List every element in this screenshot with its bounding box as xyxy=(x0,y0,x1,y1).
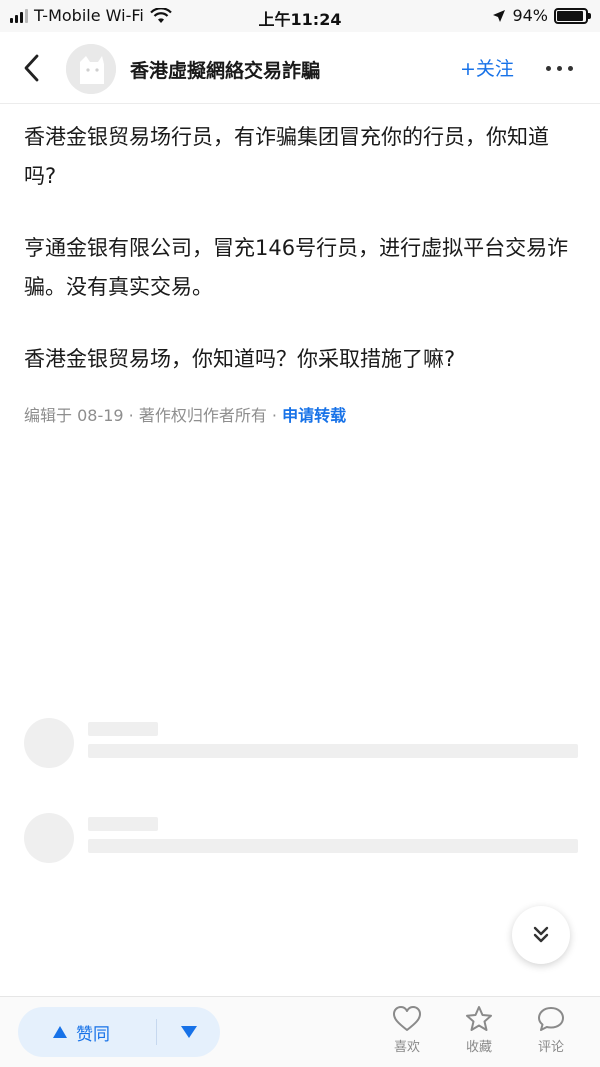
collect-label: 收藏 xyxy=(465,1040,492,1055)
collect-button[interactable]: 收藏 xyxy=(449,1005,509,1055)
follow-button[interactable]: +关注 xyxy=(460,54,514,81)
location-arrow-icon xyxy=(493,9,506,22)
upvote-button[interactable]: 赞同 xyxy=(18,1007,156,1057)
more-dot xyxy=(557,66,562,71)
reprint-link[interactable]: 申请转载 xyxy=(282,406,346,425)
triangle-down-icon xyxy=(180,1026,197,1038)
page-title[interactable]: 香港虛擬網絡交易詐騙 xyxy=(130,56,320,83)
article-content: 香港金银贸易场行员，有诈骗集团冒充你的行员，你知道吗? 亨通金银有限公司，冒充1… xyxy=(24,118,580,426)
status-right: 94% xyxy=(492,6,591,25)
upvote-label: 赞同 xyxy=(76,1024,110,1045)
double-chevron-down-icon xyxy=(533,926,549,943)
triangle-up-icon xyxy=(53,1026,67,1038)
placeholder-line xyxy=(88,744,578,758)
chevron-left-icon xyxy=(24,54,39,82)
placeholder-line xyxy=(88,722,158,736)
default-avatar-icon xyxy=(66,44,116,94)
avatar[interactable] xyxy=(66,44,116,94)
article-paragraph: 香港金银贸易场行员，有诈骗集团冒充你的行员，你知道吗? xyxy=(24,125,549,188)
heart-icon xyxy=(393,1006,421,1031)
placeholder-line xyxy=(88,817,158,831)
bottom-bar: 赞同 喜欢 收藏 评论 xyxy=(0,996,600,1067)
back-button[interactable] xyxy=(14,52,50,84)
vote-group: 赞同 xyxy=(18,1007,220,1057)
comment-label: 评论 xyxy=(537,1040,564,1055)
like-label: 喜欢 xyxy=(393,1040,420,1055)
placeholder-avatar xyxy=(24,718,74,768)
downvote-button[interactable] xyxy=(157,1007,220,1057)
like-button[interactable]: 喜欢 xyxy=(377,1005,437,1055)
battery-fill xyxy=(557,10,584,21)
battery-percent: 94% xyxy=(512,6,548,25)
article-paragraph: 亨通金银有限公司，冒充146号行员，进行虚拟平台交易诈骗。没有真实交易。 xyxy=(24,236,569,299)
more-dot xyxy=(546,66,551,71)
scroll-down-button[interactable] xyxy=(512,906,570,964)
placeholder-line xyxy=(88,839,578,853)
battery-icon xyxy=(554,7,591,24)
loading-placeholder xyxy=(24,813,580,865)
comment-button[interactable]: 评论 xyxy=(521,1005,581,1055)
star-icon xyxy=(466,1006,492,1031)
article-paragraph: 香港金银贸易场，你知道吗？你采取措施了嘛? xyxy=(24,347,456,371)
loading-placeholder xyxy=(24,718,580,770)
placeholder-avatar xyxy=(24,813,74,863)
more-dot xyxy=(568,66,573,71)
edit-info: 编辑于 08-19 · 著作权归作者所有 · xyxy=(24,406,283,425)
more-button[interactable] xyxy=(542,62,577,75)
status-bar: T-Mobile Wi-Fi 上午11:24 94% xyxy=(0,0,600,32)
header: 香港虛擬網絡交易詐騙 +关注 xyxy=(0,32,600,104)
chat-bubble-icon xyxy=(538,1007,564,1031)
article-meta: 编辑于 08-19 · 著作权归作者所有 · 申请转载 xyxy=(24,402,580,426)
